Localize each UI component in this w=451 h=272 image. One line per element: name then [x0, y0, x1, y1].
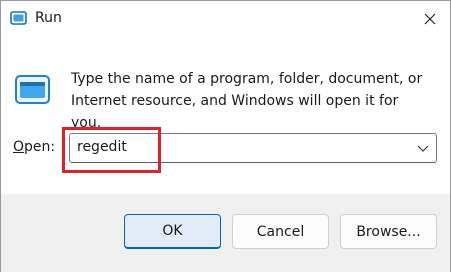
browse-button[interactable]: Browse...	[340, 214, 437, 249]
run-program-icon	[15, 75, 50, 104]
open-input[interactable]: regedit	[77, 139, 127, 155]
open-label-text: pen:	[24, 139, 56, 155]
chevron-down-icon[interactable]	[416, 142, 430, 154]
title-bar[interactable]: Run	[1, 1, 450, 39]
run-dialog: Run Type the name of a program, folder, …	[0, 0, 451, 272]
open-label: Open:	[13, 139, 55, 155]
run-app-icon	[10, 11, 27, 25]
close-icon	[424, 13, 436, 25]
open-label-access-key: O	[13, 139, 25, 155]
close-button[interactable]	[413, 5, 447, 33]
ok-button[interactable]: OK	[124, 214, 221, 249]
open-combobox[interactable]: regedit	[69, 133, 437, 163]
cancel-button[interactable]: Cancel	[232, 214, 329, 249]
description-text: Type the name of a program, folder, docu…	[71, 71, 423, 131]
window-title: Run	[35, 10, 62, 26]
